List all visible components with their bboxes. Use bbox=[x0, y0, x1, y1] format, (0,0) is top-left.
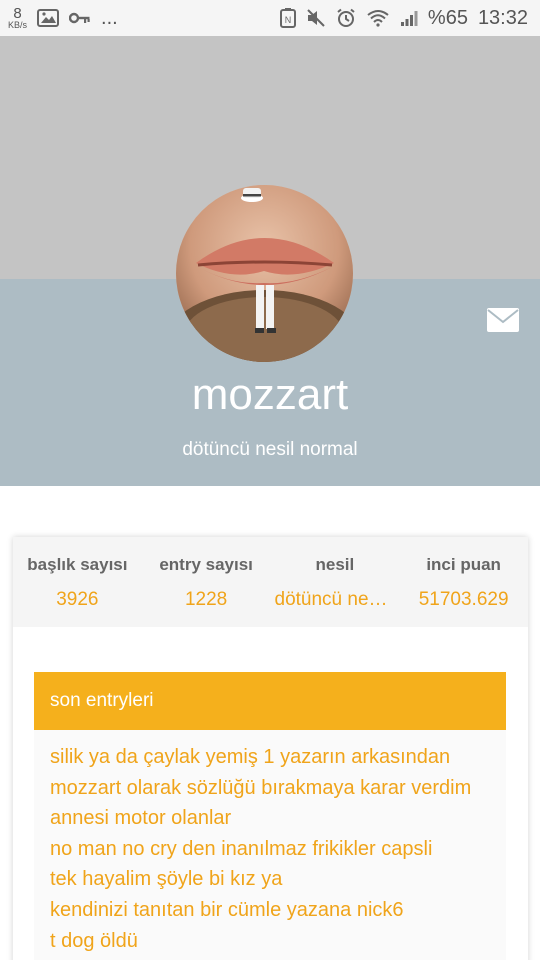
stat-label: nesil bbox=[315, 555, 355, 574]
network-speed: 8 KB/s bbox=[8, 6, 27, 30]
entry-link[interactable]: t dog öldü bbox=[50, 926, 506, 957]
status-bar-right: N %65 13:32 bbox=[279, 6, 528, 30]
more-notifications: ... bbox=[101, 6, 118, 29]
stat-label: başlık sayısı bbox=[27, 555, 128, 574]
status-bar: 8 KB/s ... N %65 13:32 bbox=[0, 0, 540, 36]
entry-link[interactable]: tek hayalim şöyle bi kız ya bbox=[50, 864, 506, 895]
svg-text:N: N bbox=[285, 15, 292, 25]
generation-title: dötüncü nesil normal bbox=[182, 439, 358, 460]
stat-generation: nesil dötüncü nesil normal bbox=[271, 537, 400, 627]
mail-icon bbox=[487, 308, 519, 332]
username: mozzart bbox=[191, 370, 349, 419]
network-speed-unit: KB/s bbox=[8, 20, 28, 30]
avatar[interactable] bbox=[176, 185, 353, 362]
entry-link[interactable]: annesi motor olanlar bbox=[50, 803, 506, 834]
clock: 13:32 bbox=[477, 6, 528, 29]
profile-card: başlık sayısı 3926 entry sayısı 1228 nes… bbox=[13, 537, 528, 960]
message-button[interactable] bbox=[486, 306, 520, 334]
recent-entries-list: silik ya da çaylak yemiş 1 yazarın arkas… bbox=[34, 730, 506, 960]
wifi-icon bbox=[367, 10, 389, 27]
network-speed-value: 8 bbox=[13, 5, 22, 22]
stat-value: dötüncü nesil normal bbox=[274, 589, 400, 610]
stat-topic-count: başlık sayısı 3926 bbox=[13, 537, 142, 627]
image-icon bbox=[37, 9, 60, 27]
entry-link[interactable]: kendinizi tanıtan bir cümle yazana nick6 bbox=[50, 895, 506, 926]
stat-label: inci puan bbox=[426, 555, 501, 574]
entry-link[interactable]: no man no cry den inanılmaz frikikler ca… bbox=[50, 834, 506, 865]
stat-label: entry sayısı bbox=[159, 555, 253, 574]
stats-row: başlık sayısı 3926 entry sayısı 1228 nes… bbox=[13, 537, 528, 627]
mute-icon bbox=[307, 9, 325, 27]
stat-value: 3926 bbox=[56, 589, 99, 610]
stat-value: 51703.629 bbox=[418, 589, 509, 610]
avatar-image bbox=[176, 185, 353, 362]
nfc-icon: N bbox=[279, 8, 296, 28]
stat-karma: inci puan 51703.629 bbox=[399, 537, 528, 627]
entry-link[interactable]: mozzart olarak sözlüğü bırakmaya karar v… bbox=[50, 773, 506, 804]
alarm-icon bbox=[337, 8, 355, 27]
status-bar-left: 8 KB/s ... bbox=[8, 6, 118, 30]
entry-link[interactable]: silik ya da çaylak yemiş 1 yazarın arkas… bbox=[50, 742, 506, 773]
stat-value: 1228 bbox=[184, 589, 228, 610]
recent-entries-header: son entryleri bbox=[34, 672, 506, 730]
signal-icon bbox=[400, 11, 418, 26]
stat-entry-count: entry sayısı 1228 bbox=[142, 537, 271, 627]
battery-percentage: %65 bbox=[427, 6, 468, 29]
key-icon bbox=[69, 12, 90, 24]
